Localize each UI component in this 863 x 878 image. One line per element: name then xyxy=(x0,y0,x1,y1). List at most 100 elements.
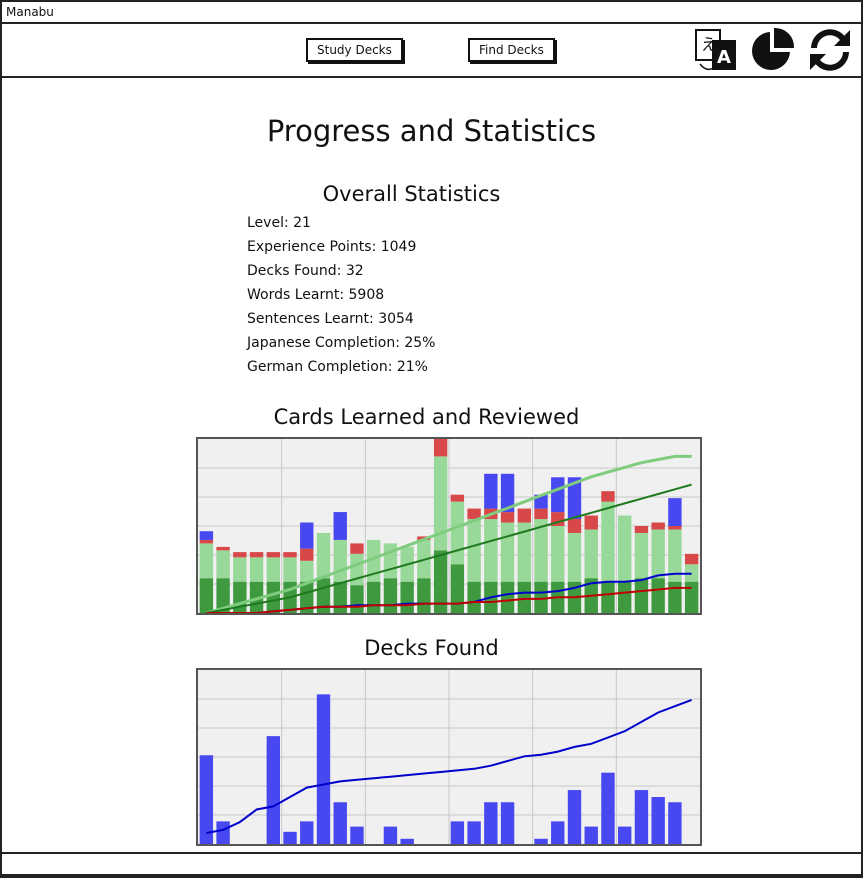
bar-decks xyxy=(551,821,565,844)
bar-red xyxy=(350,543,364,554)
window-title: Manabu xyxy=(6,5,54,19)
bar-decks xyxy=(400,838,414,844)
bar-decks xyxy=(350,826,364,844)
stat-decks-found: Decks Found: 32 xyxy=(247,263,364,279)
status-bar xyxy=(2,852,861,876)
stat-words-learnt: Words Learnt: 5908 xyxy=(247,287,385,303)
bar-red xyxy=(601,491,615,502)
bar-red xyxy=(500,512,515,523)
decks-chart-title: Decks Found xyxy=(364,636,499,660)
bar-light-green xyxy=(551,526,565,582)
cards-learned-chart xyxy=(196,437,702,615)
bar-red xyxy=(450,494,465,502)
bar-blue xyxy=(300,522,314,549)
bar-decks xyxy=(668,802,682,844)
bar-decks xyxy=(300,821,314,844)
bar-light-green xyxy=(333,539,347,582)
sync-icon[interactable] xyxy=(806,26,854,74)
stat-sentences-learnt: Sentences Learnt: 3054 xyxy=(247,311,414,327)
bar-dark-green xyxy=(199,578,214,613)
bar-light-green xyxy=(316,532,331,579)
bar-dark-green xyxy=(333,581,347,613)
bar-dark-green xyxy=(383,578,398,613)
bar-dark-green xyxy=(618,581,632,613)
bar-red xyxy=(668,526,682,530)
overall-statistics-title: Overall Statistics xyxy=(322,182,501,206)
stat-german-completion: German Completion: 21% xyxy=(247,359,428,375)
bar-decks xyxy=(283,831,297,844)
bar-red xyxy=(249,552,264,558)
bar-blue xyxy=(484,473,498,509)
page-title: Progress and Statistics xyxy=(266,114,597,148)
bar-decks xyxy=(567,790,582,844)
bar-light-green xyxy=(634,532,649,579)
bar-light-green xyxy=(249,557,264,582)
stat-experience: Experience Points: 1049 xyxy=(247,239,417,255)
bar-decks xyxy=(216,821,230,844)
bar-decks xyxy=(383,826,398,844)
bar-light-green xyxy=(199,543,214,579)
bar-red xyxy=(216,546,230,551)
bar-decks xyxy=(500,802,515,844)
bar-decks xyxy=(634,790,649,844)
bar-red xyxy=(584,515,598,530)
bar-dark-green xyxy=(467,581,481,613)
bar-red xyxy=(433,439,448,457)
bar-light-green xyxy=(584,529,598,579)
bar-decks xyxy=(199,755,214,844)
bar-light-green xyxy=(651,529,665,579)
bar-dark-green xyxy=(601,581,615,613)
bar-light-green xyxy=(233,557,247,582)
bar-red xyxy=(199,539,214,544)
svg-text:A: A xyxy=(717,47,731,68)
bar-light-green xyxy=(601,501,615,582)
bar-decks xyxy=(618,826,632,844)
bar-blue xyxy=(199,531,214,540)
bar-decks xyxy=(484,802,498,844)
bar-dark-green xyxy=(668,581,682,613)
bar-light-green xyxy=(266,557,280,582)
bar-blue xyxy=(333,512,347,540)
bar-light-green xyxy=(216,550,230,579)
bar-decks xyxy=(584,826,598,844)
bar-red xyxy=(283,552,297,558)
bar-light-green xyxy=(500,522,515,582)
bar-dark-green xyxy=(500,581,515,613)
study-decks-button[interactable]: Study Decks xyxy=(306,38,403,62)
bar-light-green xyxy=(283,557,297,582)
bar-decks xyxy=(266,736,280,844)
toolbar: Study Decks Find Decks え A xyxy=(2,24,861,78)
bar-light-green xyxy=(484,519,498,582)
stat-japanese-completion: Japanese Completion: 25% xyxy=(247,335,436,351)
bar-red xyxy=(534,508,548,520)
bar-light-green xyxy=(467,519,481,582)
bar-decks xyxy=(333,802,347,844)
pie-chart-icon[interactable] xyxy=(748,26,796,74)
bar-red xyxy=(634,526,649,533)
bar-red xyxy=(684,553,699,565)
bar-dark-green xyxy=(266,581,280,613)
bar-light-green xyxy=(618,515,632,582)
translate-icon[interactable]: え A xyxy=(692,26,740,74)
bar-red xyxy=(567,519,582,533)
bar-decks xyxy=(601,772,615,844)
bar-dark-green xyxy=(367,581,381,613)
find-decks-button[interactable]: Find Decks xyxy=(468,38,555,62)
bar-dark-green xyxy=(450,564,465,613)
bar-dark-green xyxy=(684,581,699,613)
bar-light-green xyxy=(300,560,314,582)
bar-blue xyxy=(668,498,682,526)
stat-level: Level: 21 xyxy=(247,215,311,231)
bar-decks xyxy=(534,838,548,844)
bar-dark-green xyxy=(517,581,531,613)
bar-red xyxy=(300,548,314,561)
bar-dark-green xyxy=(400,581,414,613)
bar-decks xyxy=(450,821,465,844)
bar-red xyxy=(651,522,665,530)
bar-red xyxy=(233,552,247,558)
bar-dark-green xyxy=(534,581,548,613)
bar-red xyxy=(266,552,280,558)
bar-dark-green xyxy=(350,585,364,613)
bar-decks xyxy=(651,797,665,844)
bar-decks xyxy=(316,694,331,844)
